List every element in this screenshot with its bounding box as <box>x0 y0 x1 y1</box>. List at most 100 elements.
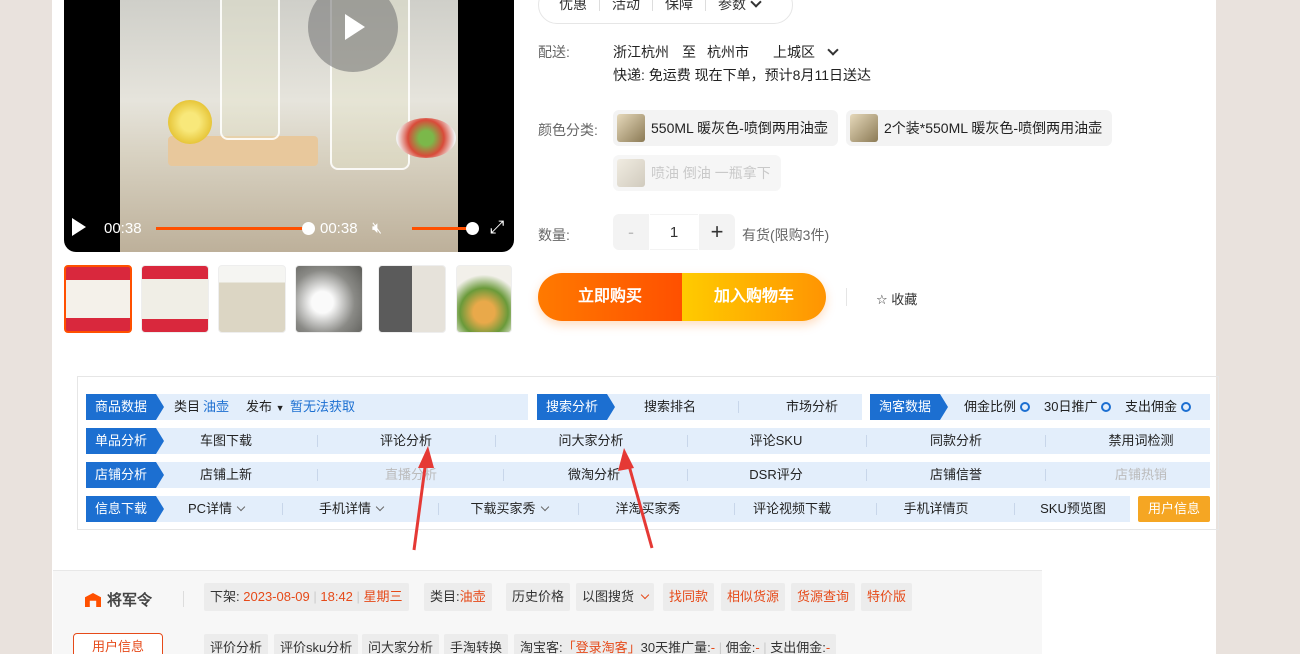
duration: 00:38 <box>320 220 358 237</box>
user-info-button[interactable]: 用户信息 <box>1138 496 1210 522</box>
mute-icon[interactable]: 🔇︎ <box>372 220 382 238</box>
mobile-detail-dropdown[interactable]: 手机详情 <box>306 496 396 522</box>
similar-source-button[interactable]: 相似货源 <box>721 583 786 611</box>
review-analysis-button[interactable]: 评价分析 <box>204 634 269 654</box>
search-rank-button[interactable]: 搜索排名 <box>635 394 705 420</box>
shop-credit[interactable]: 店铺信誉 <box>906 462 1006 488</box>
quantity-input[interactable]: 1 <box>650 214 698 250</box>
tab-params[interactable]: 参数 <box>705 0 772 11</box>
row-product-data: 商品数据 类目 油壶 发布 ▼ 暂无法获取 <box>86 394 528 420</box>
tag-shop-analysis: 店铺分析 <box>86 462 164 488</box>
sku-option-3: 喷油 倒油 一瓶拿下 <box>613 155 781 191</box>
image-search-dropdown[interactable]: 以图搜货 <box>576 583 655 611</box>
taoke-login-link[interactable]: 「登录淘客」 <box>563 640 641 654</box>
review-video-download[interactable]: 评论视频下载 <box>742 496 842 522</box>
product-video[interactable]: 00:38 00:38 🔇︎ ⤢ <box>64 0 514 252</box>
ship-city[interactable]: 杭州市 <box>707 42 749 62</box>
commission-rate[interactable]: 佣金比例 <box>964 394 1031 420</box>
same-item-analysis[interactable]: 同款分析 <box>906 428 1006 454</box>
oil-bottle-left <box>220 0 280 140</box>
mobile-convert-button[interactable]: 手淘转换 <box>444 634 509 654</box>
category-value[interactable]: 油壶 <box>203 394 229 420</box>
sku-option-2[interactable]: 2个装*550ML 暖灰色-喷倒两用油壶 <box>846 110 1113 146</box>
ship-to-word: 至 <box>682 44 696 60</box>
divider <box>317 435 318 447</box>
thumbnail-4[interactable] <box>295 265 363 333</box>
divider <box>1014 503 1015 515</box>
divider <box>1045 469 1046 481</box>
history-price-button[interactable]: 历史价格 <box>506 583 571 611</box>
quantity-minus-button[interactable]: - <box>613 214 649 250</box>
thumbnail-3[interactable] <box>218 265 286 333</box>
sku-option-1[interactable]: 550ML 暖灰色-喷倒两用油壶 <box>613 110 838 146</box>
fullscreen-icon[interactable]: ⤢ <box>490 217 504 238</box>
chevron-down-icon <box>827 44 839 56</box>
volume-knob[interactable] <box>466 222 479 235</box>
mobile-detail-page[interactable]: 手机详情页 <box>886 496 986 522</box>
user-info-button-2[interactable]: 用户信息 <box>73 633 163 654</box>
tag-single-analysis: 单品分析 <box>86 428 164 454</box>
divider <box>738 401 739 413</box>
progress-knob[interactable] <box>302 222 315 235</box>
ship-from: 浙江杭州 <box>613 44 669 60</box>
tab-discount[interactable]: 优惠 <box>551 0 599 11</box>
dsr-score[interactable]: DSR评分 <box>726 462 826 488</box>
favorite-button[interactable]: ☆ 收藏 <box>876 289 917 308</box>
divider <box>876 503 877 515</box>
quantity-plus-button[interactable]: + <box>699 214 735 250</box>
paid-commission[interactable]: 支出佣金 <box>1125 394 1192 420</box>
divider <box>866 435 867 447</box>
shop-new[interactable]: 店铺上新 <box>176 462 276 488</box>
current-time: 00:38 <box>104 220 142 237</box>
divider <box>687 469 688 481</box>
promo-tabs: 优惠 活动 保障 参数 <box>538 0 793 24</box>
progress-bar[interactable] <box>156 227 308 230</box>
divider <box>866 469 867 481</box>
thumbnail-6[interactable] <box>456 265 512 333</box>
banned-word-check[interactable]: 禁用词检测 <box>1086 428 1196 454</box>
volume-bar[interactable] <box>412 227 472 230</box>
quantity-stepper: - 1 + <box>613 214 735 252</box>
row-taoke-data: 淘客数据 佣金比例 30日推广 支出佣金 <box>870 394 1210 420</box>
car-image-download[interactable]: 车图下载 <box>176 428 276 454</box>
find-same-button[interactable]: 找同款 <box>663 583 715 611</box>
sku-preview[interactable]: SKU预览图 <box>1028 496 1118 522</box>
publish-label[interactable]: 发布 ▼ <box>246 394 285 420</box>
thumbnail-5[interactable] <box>378 265 446 333</box>
annotation-arrows <box>412 446 654 551</box>
tab-activity[interactable]: 活动 <box>599 0 652 11</box>
play-icon[interactable] <box>72 218 86 236</box>
tab-guarantee[interactable]: 保障 <box>652 0 705 11</box>
tag-search-analysis: 搜索分析 <box>537 394 615 420</box>
review-sku-analysis-button[interactable]: 评价sku分析 <box>274 634 359 654</box>
thumbnail-1[interactable] <box>64 265 132 333</box>
market-analysis-button[interactable]: 市场分析 <box>777 394 847 420</box>
buy-now-button[interactable]: 立即购买 <box>538 273 682 321</box>
buy-buttons: 立即购买 加入购物车 <box>538 273 826 321</box>
caret-down-icon: ▼ <box>275 403 285 413</box>
divider <box>687 435 688 447</box>
pc-detail-dropdown[interactable]: PC详情 <box>176 496 256 522</box>
ask-analysis-button[interactable]: 问大家分析 <box>362 634 440 654</box>
taoke-info: 淘宝客:「登录淘客」30天推广量:- | 佣金:- | 支出佣金:- <box>514 634 837 654</box>
thumbnail-2[interactable] <box>141 265 209 333</box>
salad <box>396 118 456 158</box>
review-sku[interactable]: 评论SKU <box>726 428 826 454</box>
quantity-label: 数量: <box>538 227 570 243</box>
promo-30d[interactable]: 30日推广 <box>1044 394 1112 420</box>
search-icon <box>1020 402 1031 412</box>
bottom-toolbar: 将军令 下架: 2023-08-09 | 18:42 | 星期三 类目:油壶 历… <box>53 570 1042 654</box>
ship-district[interactable]: 上城区 <box>773 42 839 62</box>
delivery-estimate: 快递: 免运费 现在下单，预计8月11日送达 <box>613 67 871 83</box>
divider <box>1045 435 1046 447</box>
stock-status: 有货(限购3件) <box>742 227 830 243</box>
chevron-down-icon <box>375 502 385 512</box>
logo: 将军令 <box>85 589 152 610</box>
color-label: 颜色分类: <box>538 122 598 138</box>
publish-value: 暂无法获取 <box>290 399 356 414</box>
source-query-button[interactable]: 货源查询 <box>791 583 856 611</box>
divider <box>282 503 283 515</box>
sku-image <box>850 114 878 142</box>
special-edition-button[interactable]: 特价版 <box>861 583 913 611</box>
add-to-cart-button[interactable]: 加入购物车 <box>682 273 826 321</box>
